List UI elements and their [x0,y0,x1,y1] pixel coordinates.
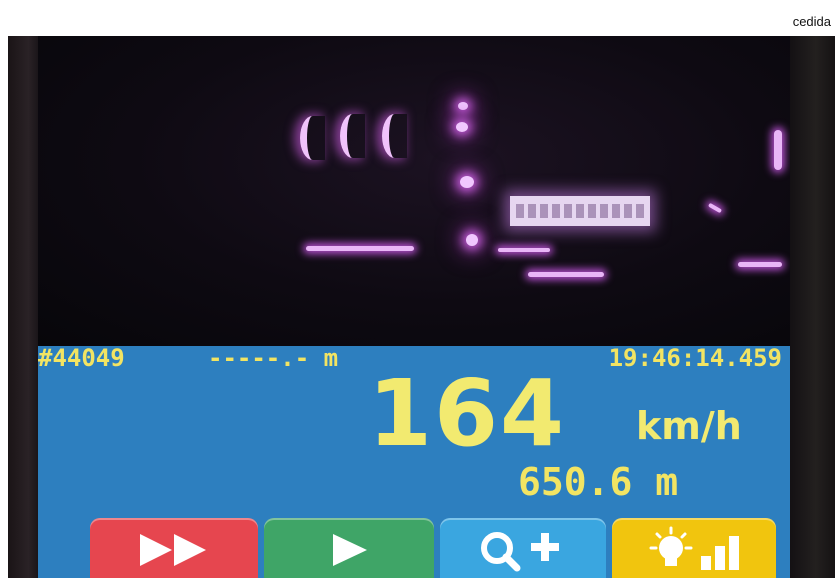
device-bezel-left [8,36,42,578]
play-icon [327,530,371,570]
light-streak [306,246,414,251]
photo-credit: cedida [792,14,831,29]
fast-forward-icon [134,530,214,570]
light-streak [774,130,782,170]
speed-value: 164 [368,360,567,467]
brightness-button[interactable] [612,518,776,578]
vehicle-light-reflection [340,114,365,158]
zoom-in-button[interactable] [440,518,606,578]
speed-readout-panel: #44049 -----.- m 19:46:14.459 164 km/h 6… [38,346,790,578]
control-buttons [38,518,790,578]
light-spot [458,102,468,110]
zoom-in-icon [475,528,571,572]
light-streak [707,202,723,214]
measured-distance: 650.6 m [518,460,679,504]
night-camera-view [38,36,790,346]
light-spot [456,122,468,132]
light-streak [498,248,550,252]
light-streak [738,262,782,267]
gps-distance: -----.- m [208,344,339,372]
record-id: #44049 [38,344,125,372]
vehicle-light-reflection [382,114,407,158]
light-spot [460,176,474,188]
brightness-bars-icon [639,526,749,574]
timestamp: 19:46:14.459 [608,344,782,372]
fast-forward-button[interactable] [90,518,258,578]
light-spot [466,234,478,246]
device-bezel-right [787,36,835,578]
speed-unit: km/h [636,404,742,448]
license-plate-glare [510,196,650,226]
vehicle-light-reflection [300,116,325,160]
light-streak [528,272,604,277]
play-button[interactable] [264,518,434,578]
speed-camera-device: #44049 -----.- m 19:46:14.459 164 km/h 6… [8,36,835,578]
